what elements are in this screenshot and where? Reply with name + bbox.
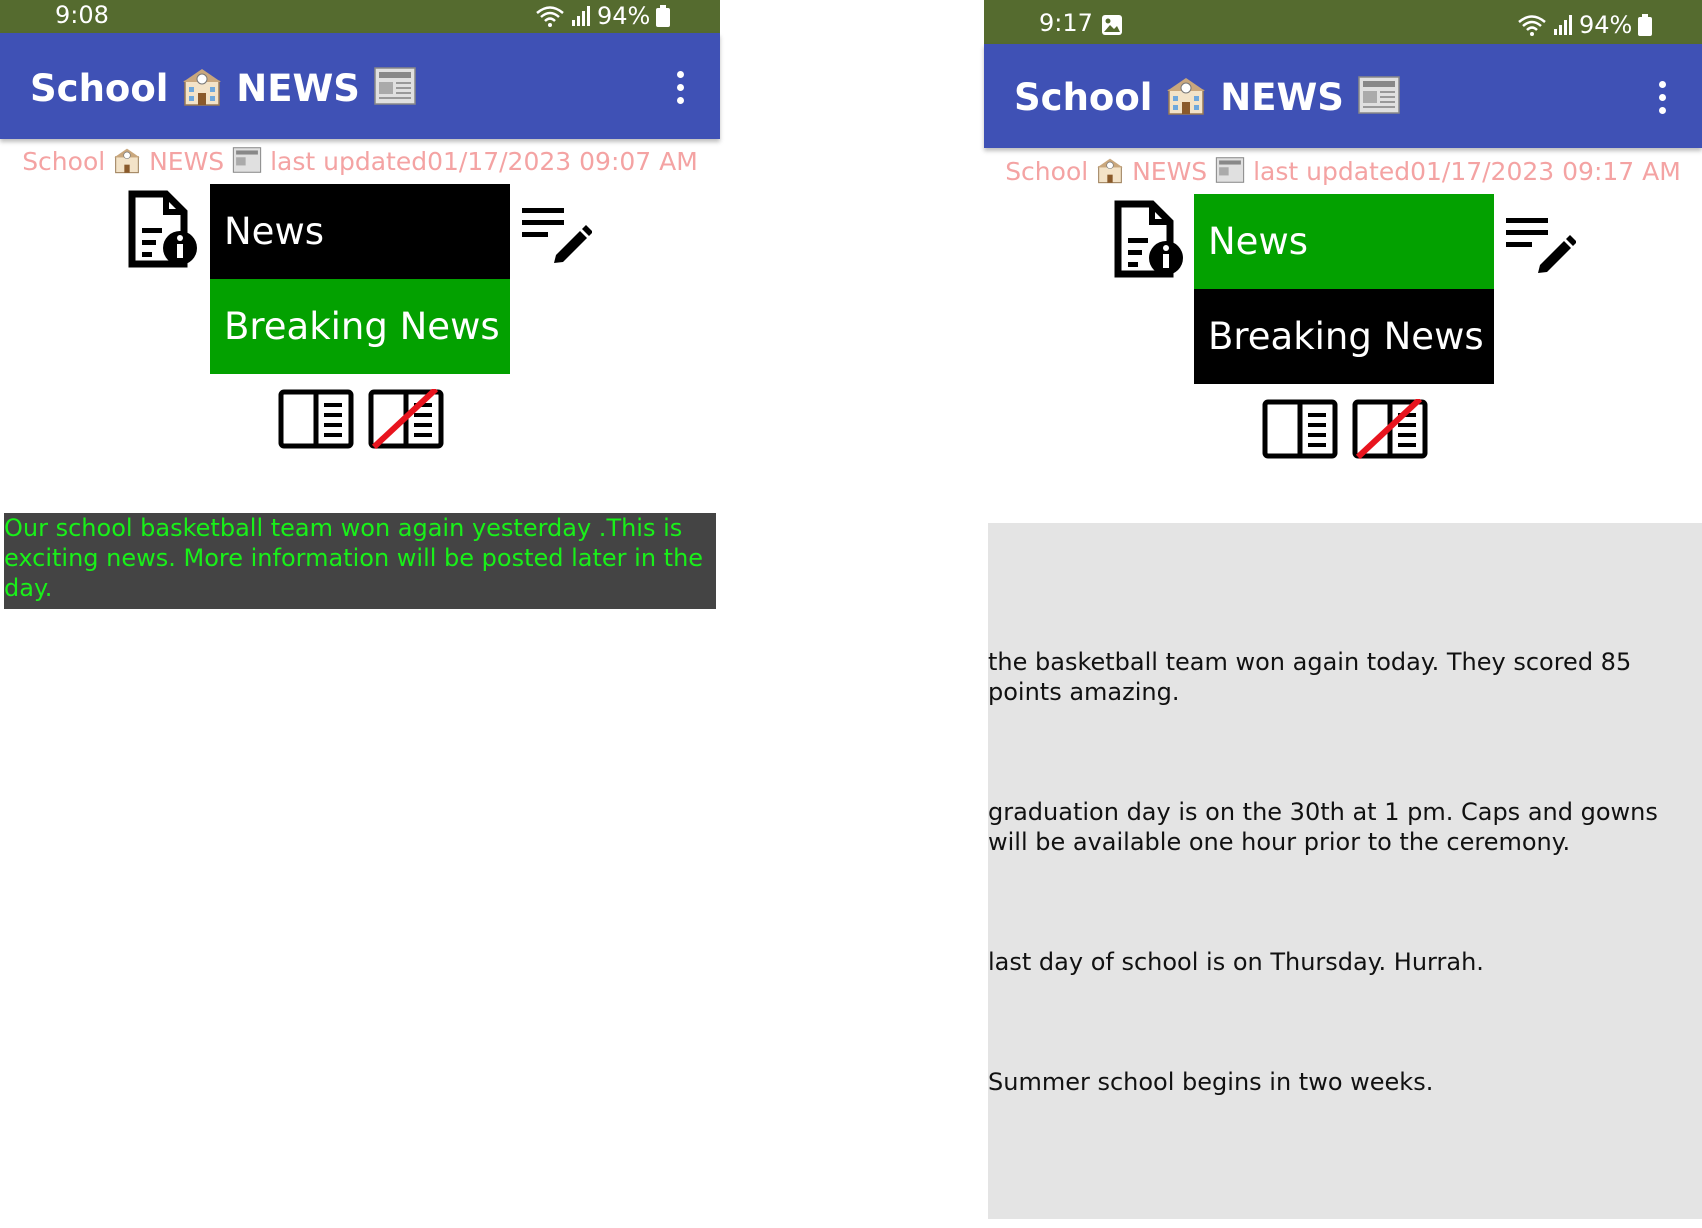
tab-breaking-label: Breaking News	[224, 305, 500, 348]
news-item: graduation day is on the 30th at 1 pm. C…	[988, 798, 1658, 856]
tab-news[interactable]: News	[1194, 194, 1494, 289]
newspaper-emoji-icon	[1215, 156, 1245, 190]
signal-icon	[572, 6, 590, 26]
tab-breaking-news[interactable]: Breaking News	[1194, 289, 1494, 384]
wifi-icon	[536, 6, 564, 27]
edit-list-icon[interactable]	[520, 205, 593, 268]
updated-school-label: School	[1005, 157, 1089, 186]
document-info-icon[interactable]	[1114, 200, 1188, 283]
signal-icon	[1554, 15, 1572, 35]
image-notification-icon	[1102, 15, 1122, 35]
updated-timestamp: last updated01/17/2023 09:17 AM	[1253, 157, 1681, 186]
status-icons: 94%	[1517, 11, 1653, 39]
left-screen: 9:08 94% School NEWS School NEWS last up…	[0, 0, 720, 1228]
newspaper-emoji-icon	[232, 146, 262, 180]
newspaper-emoji-icon	[1357, 75, 1401, 124]
app-title: School NEWS	[1014, 74, 1401, 125]
tab-news-label: News	[224, 210, 324, 253]
right-screen: 9:17 94% School NEWS School NEWS last up…	[984, 0, 1702, 1228]
app-title-school: School	[1014, 76, 1153, 119]
app-title-news: NEWS	[1220, 76, 1344, 119]
news-item: last day of school is on Thursday. Hurra…	[988, 948, 1484, 976]
reader-view-off-icon[interactable]	[1352, 396, 1428, 464]
battery-percent: 94%	[1579, 11, 1633, 39]
school-emoji-icon	[1165, 74, 1207, 125]
tab-news[interactable]: News	[210, 184, 510, 279]
updated-school-label: School	[22, 147, 106, 176]
reader-view-icon[interactable]	[278, 389, 354, 454]
status-icons: 94%	[535, 2, 671, 30]
reader-view-off-icon[interactable]	[368, 386, 444, 454]
news-item: the basketball team won again today. The…	[988, 648, 1632, 706]
overflow-menu-icon[interactable]	[1656, 81, 1668, 114]
battery-icon	[1638, 14, 1653, 36]
school-emoji-icon	[113, 146, 141, 180]
edit-list-icon[interactable]	[1504, 215, 1577, 278]
status-bar: 9:17 94%	[984, 0, 1702, 44]
tab-breaking-label: Breaking News	[1208, 315, 1484, 358]
last-updated-line: School NEWS last updated01/17/2023 09:07…	[0, 146, 720, 180]
status-bar: 9:08 94%	[0, 0, 720, 33]
battery-icon	[656, 5, 671, 27]
school-emoji-icon	[1096, 156, 1124, 190]
news-text: Our school basketball team won again yes…	[4, 514, 704, 602]
news-text-box: Our school basketball team won again yes…	[4, 513, 716, 609]
updated-timestamp: last updated01/17/2023 09:07 AM	[270, 147, 698, 176]
updated-news-label: NEWS	[149, 147, 225, 176]
app-title: School NEWS	[30, 65, 417, 116]
updated-news-label: NEWS	[1132, 157, 1208, 186]
tab-breaking-news[interactable]: Breaking News	[210, 279, 510, 374]
tab-news-label: News	[1208, 220, 1308, 263]
status-time: 9:17	[1039, 9, 1093, 37]
school-emoji-icon	[181, 65, 223, 116]
app-title-news: NEWS	[236, 67, 360, 110]
app-bar: School NEWS	[0, 33, 720, 139]
reader-view-icon[interactable]	[1262, 399, 1338, 464]
battery-percent: 94%	[597, 2, 651, 30]
app-bar: School NEWS	[984, 44, 1702, 148]
wifi-icon	[1518, 15, 1546, 36]
last-updated-line: School NEWS last updated01/17/2023 09:17…	[984, 156, 1702, 190]
newspaper-emoji-icon	[373, 66, 417, 115]
news-item: Summer school begins in two weeks.	[988, 1068, 1434, 1096]
app-title-school: School	[30, 67, 169, 110]
overflow-menu-icon[interactable]	[674, 71, 686, 104]
news-list: the basketball team won again today. The…	[988, 523, 1702, 1219]
status-time: 9:08	[55, 1, 109, 29]
document-info-icon[interactable]	[128, 190, 202, 273]
